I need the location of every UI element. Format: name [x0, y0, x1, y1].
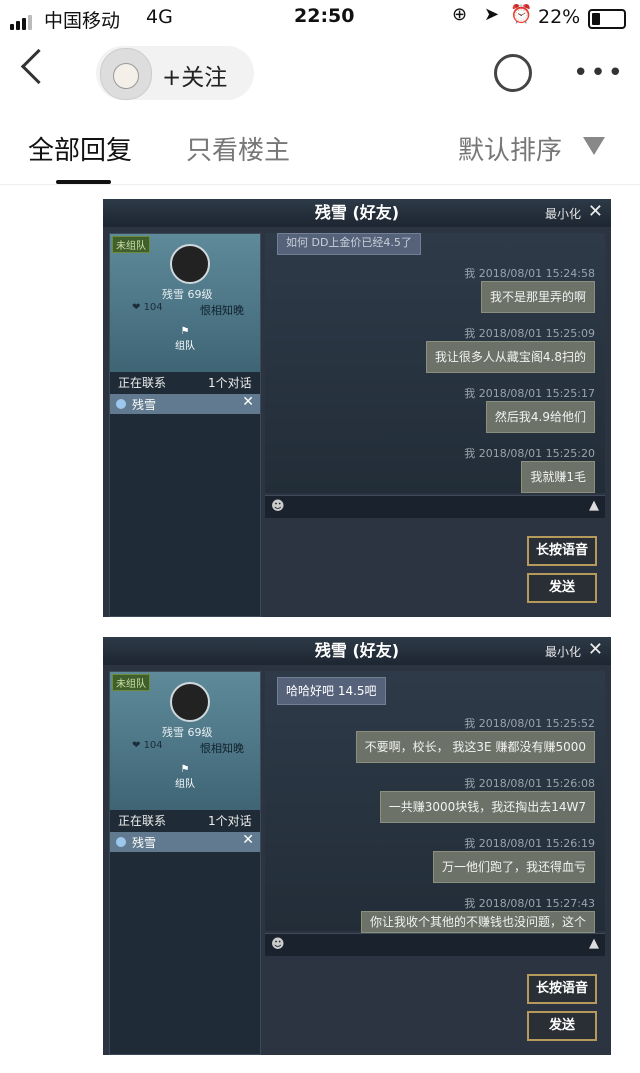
contact-sidebar: 未组队 残雪 69级 ❤ 104 恨相知晚 ⚑ 组队 正在联系 1个对话 残雪 ✕	[109, 233, 261, 617]
sort-dropdown[interactable]: 默认排序	[458, 130, 562, 167]
friend-card: 未组队 残雪 69级 ❤ 104 恨相知晚 ⚑ 组队	[110, 234, 260, 372]
chat-screenshot-2: 残雪 (好友) 最小化 ✕ 未组队 残雪 69级 ❤ 104 恨相知晚 ⚑ 组队 …	[103, 637, 611, 1055]
lock-rotation-icon: ⊕	[452, 4, 468, 25]
tab-all-replies[interactable]: 全部回复	[28, 130, 132, 167]
team-button[interactable]: ⚑ 组队	[170, 326, 200, 352]
message-bubble: 万一他们跑了，我还得血亏	[432, 851, 595, 883]
alarm-icon: ⏰	[510, 4, 533, 25]
close-contact-icon[interactable]: ✕	[242, 394, 254, 410]
message-meta: 我 2018/08/01 15:25:52	[464, 717, 595, 730]
back-icon[interactable]	[20, 48, 57, 85]
friend-message-bubble: 哈哈好吧 14.5吧	[277, 677, 386, 705]
message-bubble: 我让很多人从藏宝阁4.8扫的	[425, 341, 595, 373]
contact-name: 残雪	[132, 836, 157, 850]
battery-percent: 22%	[538, 6, 581, 28]
emoji-icon[interactable]: ☻	[271, 937, 285, 952]
network-label: 4G	[146, 6, 173, 28]
chat-input[interactable]: ☻ ▲	[265, 495, 605, 518]
carrier-label: 中国移动	[44, 10, 121, 32]
contact-status-icon	[116, 837, 126, 847]
message-partial: 如何 DD上金价已经4.5了	[277, 233, 421, 255]
chat-area: 如何 DD上金价已经4.5了 我 2018/08/01 15:24:58 我不是…	[265, 233, 605, 493]
contact-name: 残雪	[132, 398, 157, 412]
message-meta: 我 2018/08/01 15:25:20	[464, 447, 595, 460]
panel-title: 残雪 (好友)	[103, 199, 611, 227]
message-bubble: 一共赚3000块钱，我还掏出去14W7	[379, 791, 595, 823]
warning-icon[interactable]: ▲	[589, 936, 599, 951]
location-icon: ➤	[484, 4, 500, 25]
friend-avatar	[170, 244, 210, 284]
heart-value: ❤ 104	[132, 302, 163, 313]
clock: 22:50	[294, 5, 355, 27]
voice-button[interactable]: 长按语音	[527, 974, 597, 1004]
follow-button[interactable]: +关注	[162, 58, 227, 92]
share-icon[interactable]	[494, 54, 532, 92]
message-meta: 我 2018/08/01 15:25:09	[464, 327, 595, 340]
nav-bar: +关注 •••	[0, 36, 640, 114]
team-status-tag: 未组队	[112, 674, 150, 691]
message-meta: 我 2018/08/01 15:27:43	[464, 897, 595, 910]
message-bubble: 然后我4.9给他们	[485, 401, 595, 433]
dialog-count: 1个对话	[208, 814, 252, 828]
panel-title: 残雪 (好友)	[103, 637, 611, 665]
friend-signature: 恨相知晚	[200, 742, 244, 755]
friend-name-level: 残雪 69级	[162, 726, 213, 739]
message-bubble: 你让我收个其他的不赚钱也没问题，这个	[360, 911, 595, 933]
send-button[interactable]: 发送	[527, 573, 597, 603]
warning-icon[interactable]: ▲	[589, 498, 599, 513]
close-contact-icon[interactable]: ✕	[242, 832, 254, 848]
contact-item[interactable]: 残雪 ✕	[110, 832, 260, 852]
close-icon[interactable]: ✕	[588, 639, 603, 660]
emoji-icon[interactable]: ☻	[271, 499, 285, 514]
message-meta: 我 2018/08/01 15:24:58	[464, 267, 595, 280]
divider	[0, 184, 640, 185]
chat-input[interactable]: ☻ ▲	[265, 933, 605, 956]
message-bubble: 我就赚1毛	[521, 461, 595, 493]
close-icon[interactable]: ✕	[588, 201, 603, 222]
voice-button[interactable]: 长按语音	[527, 536, 597, 566]
tab-op-only[interactable]: 只看楼主	[186, 130, 290, 167]
battery-icon	[588, 9, 626, 29]
signal-icon	[10, 8, 34, 30]
contacting-label: 正在联系	[118, 376, 167, 390]
heart-value: ❤ 104	[132, 740, 163, 751]
friend-card: 未组队 残雪 69级 ❤ 104 恨相知晚 ⚑ 组队	[110, 672, 260, 810]
message-bubble: 我不是那里弄的啊	[480, 281, 595, 313]
friend-avatar	[170, 682, 210, 722]
minimize-button[interactable]: 最小化	[545, 205, 581, 222]
dialog-count: 1个对话	[208, 376, 252, 390]
filter-icon[interactable]	[583, 137, 605, 155]
chat-area: 哈哈好吧 14.5吧 我 2018/08/01 15:25:52 不要啊，校长，…	[265, 671, 605, 933]
status-bar: 中国移动 4G 22:50 ⊕ ➤ ⏰ 22%	[0, 0, 640, 36]
send-button[interactable]: 发送	[527, 1011, 597, 1041]
team-status-tag: 未组队	[112, 236, 150, 253]
contact-sidebar: 未组队 残雪 69级 ❤ 104 恨相知晚 ⚑ 组队 正在联系 1个对话 残雪 ✕	[109, 671, 261, 1055]
message-meta: 我 2018/08/01 15:26:08	[464, 777, 595, 790]
contacting-label: 正在联系	[118, 814, 167, 828]
team-button[interactable]: ⚑ 组队	[170, 764, 200, 790]
friend-name-level: 残雪 69级	[162, 288, 213, 301]
avatar[interactable]	[100, 48, 152, 100]
more-icon[interactable]: •••	[573, 58, 625, 88]
minimize-button[interactable]: 最小化	[545, 643, 581, 660]
message-meta: 我 2018/08/01 15:26:19	[464, 837, 595, 850]
message-bubble: 不要啊，校长， 我这3E 赚都没有赚5000	[355, 731, 595, 763]
message-meta: 我 2018/08/01 15:25:17	[464, 387, 595, 400]
contact-status-icon	[116, 399, 126, 409]
chat-screenshot-1: 残雪 (好友) 最小化 ✕ 未组队 残雪 69级 ❤ 104 恨相知晚 ⚑ 组队 …	[103, 199, 611, 617]
contact-item[interactable]: 残雪 ✕	[110, 394, 260, 414]
friend-signature: 恨相知晚	[200, 304, 244, 317]
